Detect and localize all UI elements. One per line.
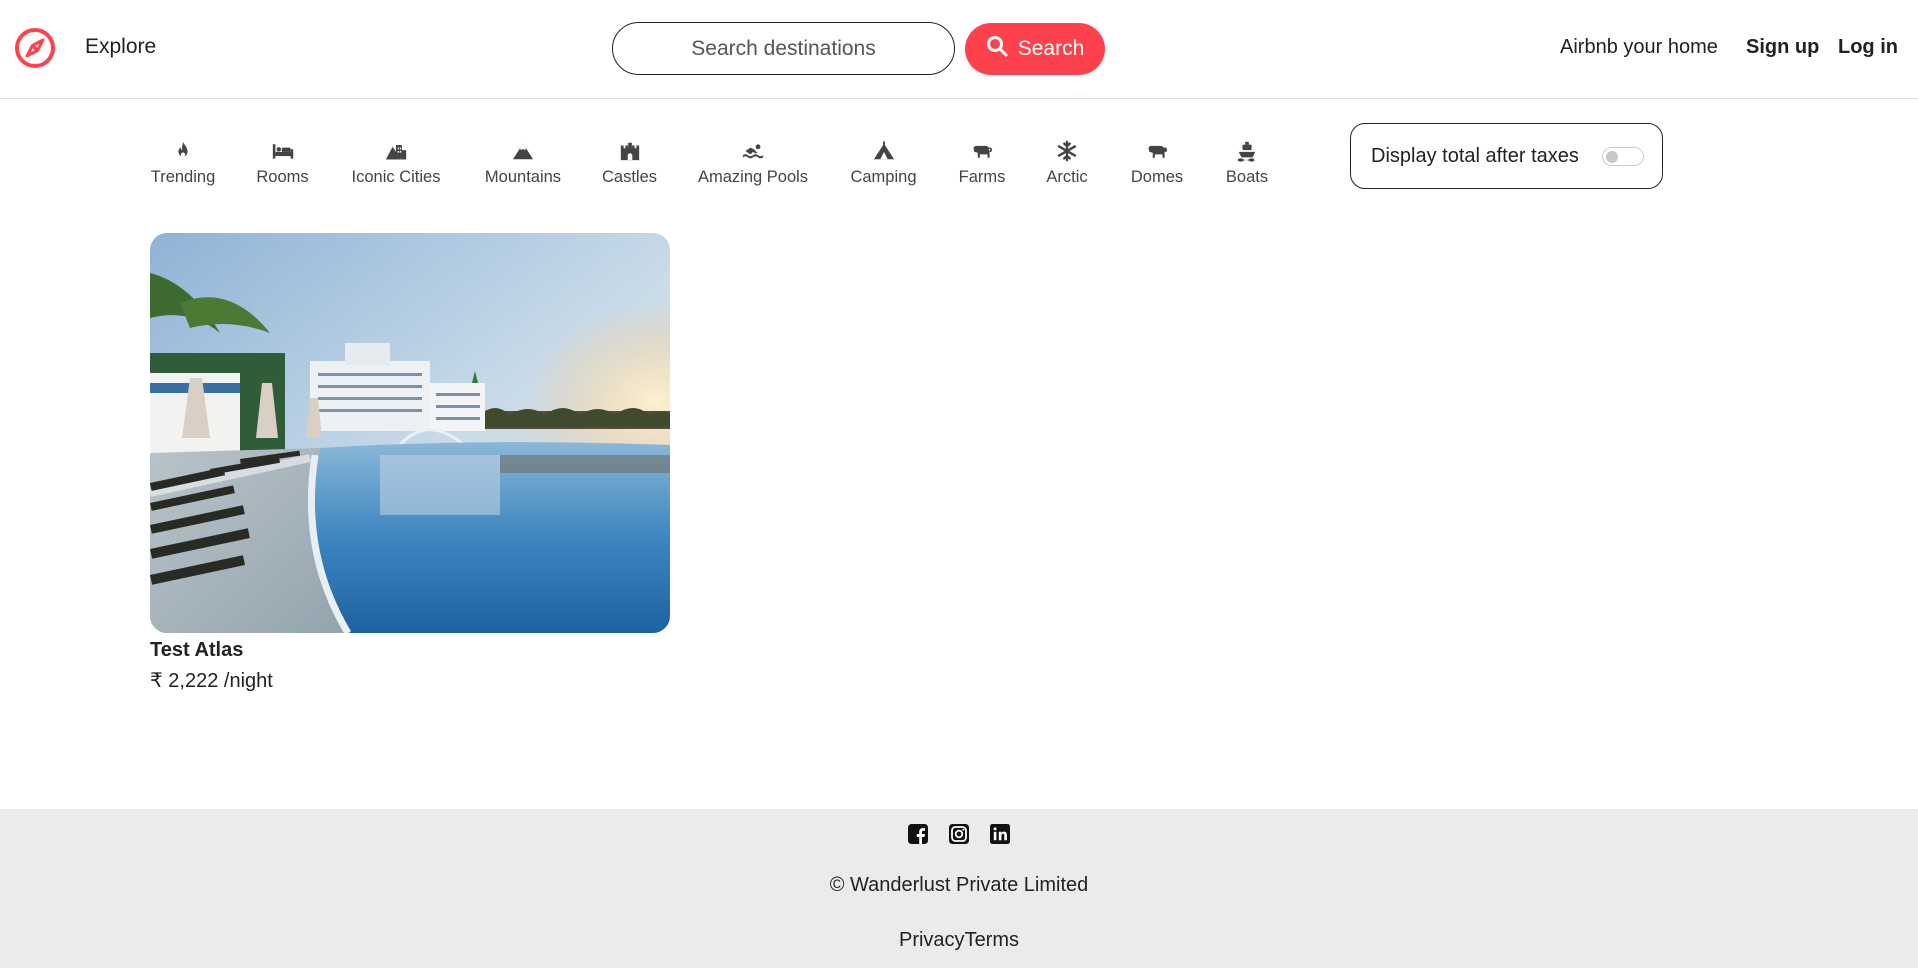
filter-arctic[interactable]: Arctic [1044, 138, 1090, 187]
bed-icon [256, 138, 309, 164]
instagram-icon[interactable] [948, 823, 970, 845]
privacy-link[interactable]: Privacy [899, 929, 965, 951]
mountain-city-icon [349, 138, 443, 164]
filter-label: Domes [1130, 168, 1184, 186]
snowflake-icon [1044, 138, 1090, 164]
airbnb-your-home-link[interactable]: Airbnb your home [1560, 36, 1718, 59]
search-button[interactable]: Search [965, 23, 1105, 75]
person-swimming-icon [698, 138, 808, 164]
tax-toggle: Display total after taxes [1350, 123, 1663, 189]
filter-label: Amazing Pools [698, 168, 809, 186]
terms-link[interactable]: Terms [965, 929, 1019, 951]
filter-rooms[interactable]: Rooms [256, 138, 309, 187]
filter-label: Trending [150, 168, 216, 186]
navbar: Explore Search Airbnb your home Sign up … [0, 0, 1918, 99]
cow-icon [958, 138, 1006, 164]
filter-label: Castles [601, 168, 658, 186]
tax-toggle-label: Display total after taxes [1371, 144, 1579, 167]
fire-icon [150, 138, 216, 164]
listing-title: Test Atlas [150, 639, 244, 661]
listing-card[interactable]: Test Atlas ₹ 2,222 /night [150, 233, 670, 693]
filter-label: Arctic [1046, 168, 1088, 186]
footer: © Wanderlust Private Limited PrivacyTerm… [0, 809, 1918, 968]
copyright-text: © Wanderlust Private Limited [829, 874, 1089, 896]
filter-amazing-pools[interactable]: Amazing Pools [698, 138, 808, 187]
filter-label: Farms [958, 168, 1006, 186]
mountain-icon [483, 138, 563, 164]
switch-knob [1606, 150, 1618, 163]
facebook-icon[interactable] [907, 823, 929, 845]
sign-up-link[interactable]: Sign up [1746, 36, 1819, 59]
filter-camping[interactable]: Camping [849, 138, 918, 187]
filter-iconic-cities[interactable]: Iconic Cities [349, 138, 443, 187]
linkedin-icon[interactable] [989, 823, 1011, 845]
tax-switch[interactable] [1602, 147, 1644, 166]
ship-icon [1224, 138, 1270, 164]
compass-icon[interactable] [14, 27, 56, 69]
filter-mountains[interactable]: Mountains [483, 138, 563, 187]
filter-label: Iconic Cities [351, 168, 441, 186]
filter-label: Rooms [256, 168, 309, 186]
filter-boats[interactable]: Boats [1224, 138, 1270, 187]
filter-trending[interactable]: Trending [150, 138, 216, 187]
log-in-link[interactable]: Log in [1838, 36, 1898, 59]
filter-farms[interactable]: Farms [958, 138, 1006, 187]
footer-links: PrivacyTerms [0, 929, 1918, 952]
explore-link[interactable]: Explore [85, 35, 156, 59]
resort-pool-photo[interactable] [150, 233, 670, 633]
castle-icon [601, 138, 658, 164]
social-links [0, 823, 1918, 845]
filter-label: Camping [850, 168, 917, 186]
filter-label: Mountains [484, 168, 562, 186]
listing-price: ₹ 2,222 /night [150, 670, 273, 692]
filter-domes[interactable]: Domes [1129, 138, 1185, 187]
filter-castles[interactable]: Castles [601, 138, 658, 187]
campground-icon [849, 138, 918, 164]
igloo-icon [1129, 138, 1185, 164]
magnifier-icon [986, 35, 1008, 63]
filter-label: Boats [1225, 168, 1269, 186]
search-button-label: Search [1017, 37, 1085, 60]
search-input[interactable] [612, 22, 955, 75]
